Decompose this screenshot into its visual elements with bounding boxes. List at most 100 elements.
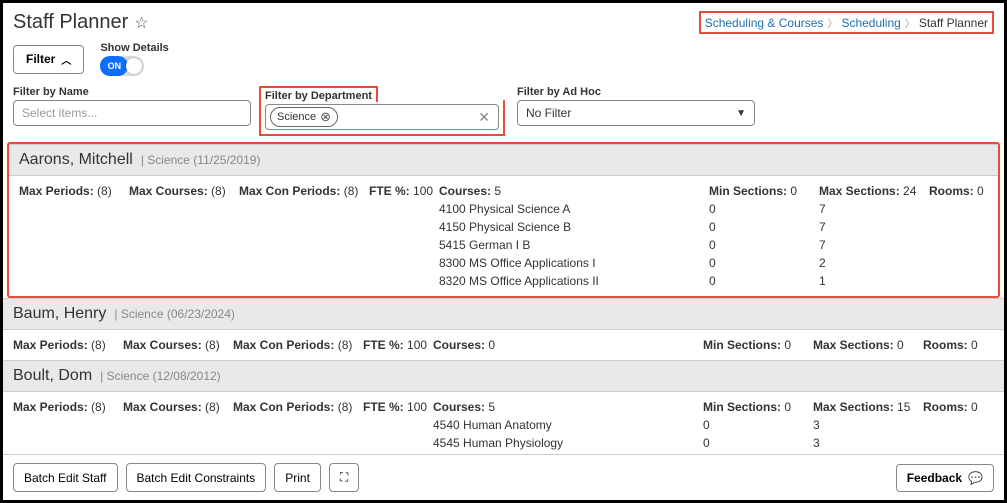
course-name: 8300 MS Office Applications I <box>439 256 709 270</box>
fte-label: FTE %: <box>369 184 410 198</box>
toggle-on-text: ON <box>100 56 128 76</box>
course-row: 8320 MS Office Applications II01 <box>19 270 988 288</box>
max-courses-value: (8) <box>211 184 226 198</box>
course-min: 0 <box>709 220 819 234</box>
department-chip: Science ⊗ <box>270 107 338 127</box>
course-name: 4100 Physical Science A <box>439 202 709 216</box>
rooms-value: 0 <box>977 184 984 198</box>
course-min: 0 <box>703 436 813 450</box>
batch-edit-staff-button[interactable]: Batch Edit Staff <box>13 463 118 492</box>
max-courses-label: Max Courses: <box>129 184 208 198</box>
course-max: 7 <box>819 238 929 252</box>
min-sections-label: Min Sections: <box>703 338 781 352</box>
courses-label: Courses: <box>433 338 485 352</box>
staff-header[interactable]: Baum, Henry | Science (06/23/2024) <box>3 299 1004 330</box>
staff-section: Baum, Henry | Science (06/23/2024) Max P… <box>3 298 1004 360</box>
staff-meta: | Science (12/08/2012) <box>100 369 221 383</box>
course-max: 7 <box>819 202 929 216</box>
rooms-label: Rooms: <box>929 184 974 198</box>
course-name: 4545 Human Physiology <box>433 436 703 450</box>
toggle-knob <box>126 58 142 74</box>
filter-button-label: Filter <box>26 52 55 66</box>
batch-edit-constraints-button[interactable]: Batch Edit Constraints <box>126 463 267 492</box>
chip-label: Science <box>277 111 316 123</box>
staff-meta: | Science (11/25/2019) <box>141 153 261 167</box>
staff-header[interactable]: Boult, Dom | Science (12/08/2012) <box>3 361 1004 392</box>
staff-section: Boult, Dom | Science (12/08/2012) Max Pe… <box>3 360 1004 456</box>
min-sections-label: Min Sections: <box>703 400 781 414</box>
print-button[interactable]: Print <box>274 463 321 492</box>
course-name: 4150 Physical Science B <box>439 220 709 234</box>
filter-by-department-label: Filter by Department <box>259 86 378 102</box>
course-row: 4540 Human Anatomy03 <box>13 414 994 432</box>
feedback-label: Feedback <box>907 471 962 485</box>
max-con-label: Max Con Periods: <box>239 184 340 198</box>
max-periods-value: (8) <box>91 338 106 352</box>
max-periods-label: Max Periods: <box>13 400 88 414</box>
clear-input-icon[interactable]: ✕ <box>478 109 494 126</box>
rooms-label: Rooms: <box>923 338 968 352</box>
course-min: 0 <box>709 202 819 216</box>
rooms-value: 0 <box>971 338 978 352</box>
max-sections-label: Max Sections: <box>819 184 900 198</box>
course-row: 4100 Physical Science A07 <box>19 198 988 216</box>
breadcrumb-current: Staff Planner <box>919 16 988 30</box>
favorite-star-icon[interactable]: ☆ <box>134 13 148 33</box>
fte-value: 100 <box>407 400 427 414</box>
course-row: 4545 Human Physiology03 <box>13 432 994 450</box>
max-courses-value: (8) <box>205 400 220 414</box>
breadcrumb: Scheduling & Courses 〉 Scheduling 〉 Staf… <box>699 11 994 34</box>
caret-down-icon: ▼ <box>736 108 746 119</box>
max-con-label: Max Con Periods: <box>233 338 334 352</box>
courses-count: 0 <box>488 338 495 352</box>
breadcrumb-link-2[interactable]: Scheduling <box>841 16 900 30</box>
staff-meta: | Science (06/23/2024) <box>114 307 235 321</box>
courses-count: 5 <box>494 184 501 198</box>
max-courses-label: Max Courses: <box>123 338 202 352</box>
fte-value: 100 <box>407 338 427 352</box>
courses-label: Courses: <box>433 400 485 414</box>
max-con-label: Max Con Periods: <box>233 400 334 414</box>
fullscreen-icon: ⛶ <box>340 470 348 485</box>
max-periods-value: (8) <box>91 400 106 414</box>
rooms-label: Rooms: <box>923 400 968 414</box>
course-name: 8320 MS Office Applications II <box>439 274 709 288</box>
course-max: 3 <box>813 418 923 432</box>
max-periods-label: Max Periods: <box>13 338 88 352</box>
fullscreen-button[interactable]: ⛶ <box>329 463 359 492</box>
min-sections-value: 0 <box>784 338 791 352</box>
show-details-toggle[interactable]: ON <box>100 56 144 76</box>
fte-value: 100 <box>413 184 433 198</box>
feedback-button[interactable]: Feedback 💬 <box>896 464 994 492</box>
course-min: 0 <box>709 238 819 252</box>
filter-by-department-input[interactable]: Science ⊗ ✕ <box>265 104 499 130</box>
chip-remove-icon[interactable]: ⊗ <box>320 109 331 125</box>
show-details-label: Show Details <box>100 42 168 54</box>
chevron-up-icon: ︿ <box>61 52 71 67</box>
footer-toolbar: Batch Edit Staff Batch Edit Constraints … <box>3 454 1004 500</box>
max-con-value: (8) <box>344 184 359 198</box>
filter-toggle-button[interactable]: Filter ︿ <box>13 45 84 74</box>
max-courses-value: (8) <box>205 338 220 352</box>
max-periods-value: (8) <box>97 184 112 198</box>
max-courses-label: Max Courses: <box>123 400 202 414</box>
filter-by-name-label: Filter by Name <box>13 86 251 98</box>
course-row: 8300 MS Office Applications I02 <box>19 252 988 270</box>
course-name: 4540 Human Anatomy <box>433 418 703 432</box>
course-min: 0 <box>709 256 819 270</box>
fte-label: FTE %: <box>363 400 404 414</box>
breadcrumb-link-1[interactable]: Scheduling & Courses <box>705 16 824 30</box>
course-name: 5415 German I B <box>439 238 709 252</box>
min-sections-value: 0 <box>784 400 791 414</box>
staff-name: Baum, Henry <box>13 305 106 323</box>
fte-label: FTE %: <box>363 338 404 352</box>
staff-header[interactable]: Aarons, Mitchell | Science (11/25/2019) <box>9 145 998 176</box>
courses-label: Courses: <box>439 184 491 198</box>
filter-by-name-input[interactable] <box>13 100 251 126</box>
chevron-right-icon: 〉 <box>905 15 915 30</box>
staff-name: Boult, Dom <box>13 367 92 385</box>
filter-by-adhoc-select[interactable]: No Filter ▼ <box>517 100 755 126</box>
course-max: 7 <box>819 220 929 234</box>
min-sections-label: Min Sections: <box>709 184 787 198</box>
speech-bubble-icon: 💬 <box>968 471 983 485</box>
